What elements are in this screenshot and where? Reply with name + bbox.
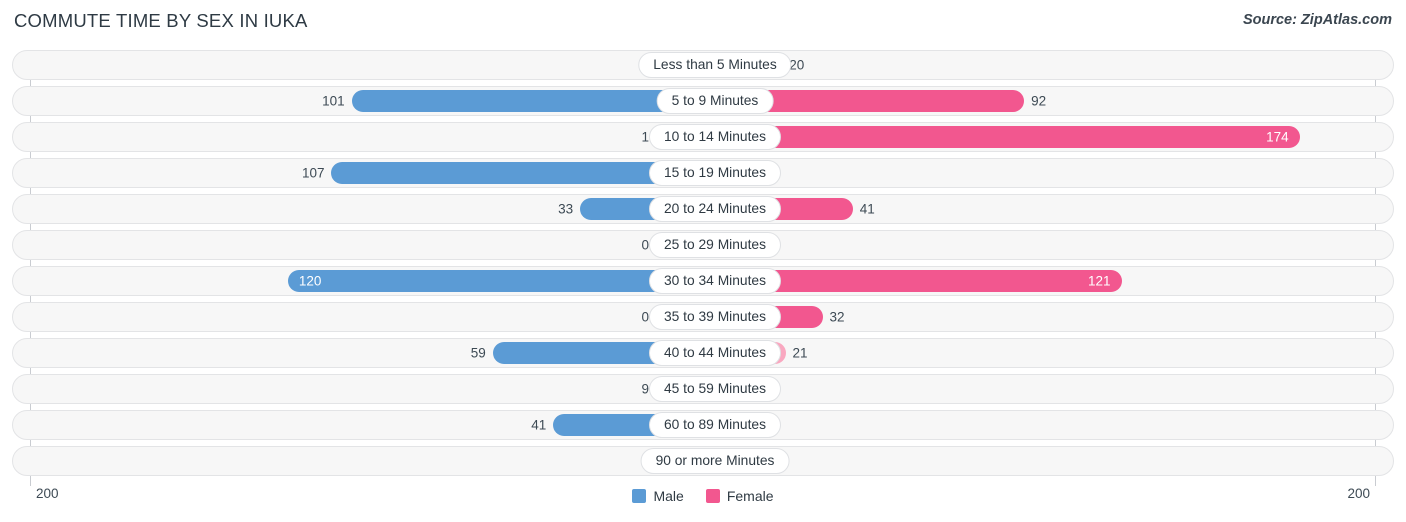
chart-row: 1 174 10 to 14 Minutes: [12, 122, 1394, 152]
chart-row: 120 121 30 to 34 Minutes: [12, 266, 1394, 296]
male-value-label: 0: [641, 309, 649, 325]
chart-row: 33 41 20 to 24 Minutes: [12, 194, 1394, 224]
chart-row: 0 32 35 to 39 Minutes: [12, 302, 1394, 332]
legend-item[interactable]: Female: [705, 488, 774, 504]
male-value-label: 0: [641, 237, 649, 253]
chart-row: 101 92 5 to 9 Minutes: [12, 86, 1394, 116]
female-value-label: 174: [1266, 129, 1289, 145]
page-title: COMMUTE TIME BY SEX IN IUKA: [14, 10, 308, 31]
legend-label: Male: [653, 488, 684, 504]
male-value-label: 101: [322, 93, 345, 109]
category-label: 40 to 44 Minutes: [648, 340, 782, 366]
category-label: 30 to 34 Minutes: [648, 268, 782, 294]
chart-row: 9045 to 59 Minutes: [12, 374, 1394, 404]
legend-swatch-icon: [705, 489, 720, 503]
bar-female: 174: [715, 126, 1300, 148]
commute-time-chart: COMMUTE TIME BY SEX IN IUKA Source: ZipA…: [0, 0, 1406, 522]
chart-row: 59 21 40 to 44 Minutes: [12, 338, 1394, 368]
chart-row: 0090 or more Minutes: [12, 446, 1394, 476]
category-label: Less than 5 Minutes: [638, 52, 792, 78]
category-label: 5 to 9 Minutes: [656, 88, 774, 114]
male-value-label: 1: [641, 129, 649, 145]
chart-row: 01325 to 29 Minutes: [12, 230, 1394, 260]
bar-male: 107: [302, 162, 691, 184]
chart-row: 41060 to 89 Minutes: [12, 410, 1394, 440]
female-value-label: 20: [789, 57, 805, 73]
category-label: 35 to 39 Minutes: [648, 304, 782, 330]
chart-legend: Male Female: [0, 488, 1406, 504]
category-label: 60 to 89 Minutes: [648, 412, 782, 438]
category-label: 90 or more Minutes: [640, 448, 790, 474]
legend-swatch-icon: [632, 489, 647, 503]
legend-label: Female: [726, 488, 774, 504]
female-value-label: 41: [859, 201, 875, 217]
chart-footer: 200 200 Male Female: [0, 484, 1406, 522]
female-value-label: 32: [829, 309, 845, 325]
male-value-label: 41: [531, 417, 547, 433]
male-value-label: 107: [301, 165, 325, 181]
male-value-label: 33: [558, 201, 574, 217]
chart-row: 107015 to 19 Minutes: [12, 158, 1394, 188]
bar-male: 101: [322, 90, 691, 112]
category-label: 15 to 19 Minutes: [648, 160, 782, 186]
chart-row: 020Less than 5 Minutes: [12, 50, 1394, 80]
female-value-label: 21: [792, 345, 808, 361]
category-label: 45 to 59 Minutes: [648, 376, 782, 402]
category-label: 20 to 24 Minutes: [648, 196, 782, 222]
male-value-label: 9: [641, 381, 649, 397]
female-value-label: 121: [1088, 273, 1111, 289]
source-attribution: Source: ZipAtlas.com: [1242, 12, 1392, 28]
male-value-label: 59: [470, 345, 486, 361]
legend-item[interactable]: Male: [632, 488, 684, 504]
chart-plot-area: 020Less than 5 Minutes101925 to 9 Minute…: [0, 50, 1406, 486]
male-value-label: 120: [298, 273, 322, 289]
category-label: 25 to 29 Minutes: [648, 232, 782, 258]
female-value-label: 92: [1031, 93, 1047, 109]
category-label: 10 to 14 Minutes: [648, 124, 782, 150]
bar-male: 120: [287, 270, 691, 292]
